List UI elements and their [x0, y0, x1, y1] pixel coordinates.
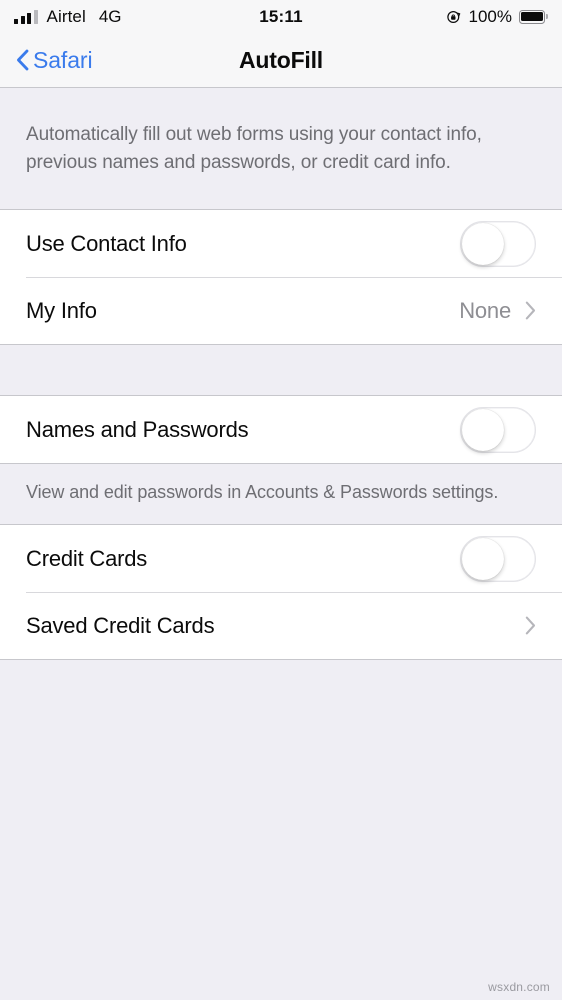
status-bar-right: 100%	[446, 7, 548, 27]
row-control	[460, 406, 536, 453]
settings-content: Automatically fill out web forms using y…	[0, 88, 562, 1000]
row-credit-cards[interactable]: Credit Cards	[0, 525, 562, 593]
rotation-lock-icon	[446, 9, 462, 25]
row-control: None	[459, 298, 536, 324]
toggle-knob	[462, 222, 504, 265]
row-label: Saved Credit Cards	[26, 612, 215, 638]
signal-strength-icon	[14, 9, 38, 24]
row-control	[525, 616, 536, 635]
battery-percent-label: 100%	[468, 6, 512, 26]
row-names-and-passwords[interactable]: Names and Passwords	[0, 396, 562, 464]
chevron-right-icon	[525, 616, 536, 635]
row-label: Names and Passwords	[26, 416, 249, 442]
row-control	[460, 535, 536, 582]
use-contact-info-toggle[interactable]	[460, 220, 536, 267]
row-label: Use Contact Info	[26, 230, 187, 256]
phone-screen: Airtel 4G 15:11 100% Safari AutoFill Aut…	[0, 0, 562, 1000]
settings-group-contact-info: Use Contact Info My Info None	[0, 209, 562, 346]
names-passwords-footer-note: View and edit passwords in Accounts & Pa…	[0, 464, 562, 525]
row-use-contact-info[interactable]: Use Contact Info	[0, 210, 562, 278]
back-button-label: Safari	[33, 46, 93, 73]
watermark: wsxdn.com	[488, 980, 550, 994]
row-control	[460, 220, 536, 267]
toggle-knob	[462, 537, 504, 580]
back-button[interactable]: Safari	[0, 46, 93, 74]
row-saved-credit-cards[interactable]: Saved Credit Cards	[0, 592, 562, 660]
row-label: My Info	[26, 297, 97, 323]
chevron-left-icon	[16, 49, 29, 71]
status-bar-left: Airtel 4G	[14, 7, 122, 27]
settings-group-credit-cards: Credit Cards Saved Credit Cards	[0, 524, 562, 661]
row-label: Credit Cards	[26, 545, 148, 571]
row-my-info[interactable]: My Info None	[0, 277, 562, 345]
toggle-knob	[462, 408, 504, 451]
credit-cards-toggle[interactable]	[460, 535, 536, 582]
chevron-right-icon	[525, 301, 536, 320]
network-type-label: 4G	[98, 6, 122, 26]
navigation-bar: Safari AutoFill	[0, 33, 562, 88]
battery-full-icon	[519, 9, 548, 24]
clock-label: 15:11	[259, 6, 303, 26]
settings-group-names-passwords: Names and Passwords	[0, 395, 562, 465]
autofill-description: Automatically fill out web forms using y…	[26, 124, 482, 173]
group-gap-1	[0, 345, 562, 396]
carrier-label: Airtel	[46, 6, 86, 26]
names-and-passwords-toggle[interactable]	[460, 406, 536, 453]
my-info-value: None	[459, 297, 511, 323]
status-bar: Airtel 4G 15:11 100%	[0, 0, 562, 33]
